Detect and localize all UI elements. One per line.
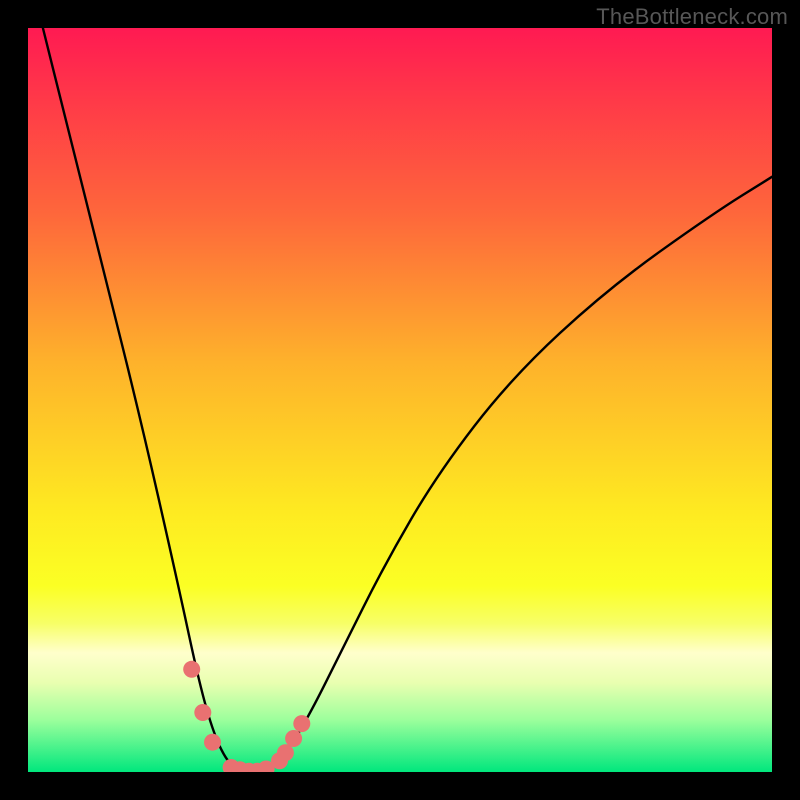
curve-marker: [194, 704, 211, 721]
curve-marker: [204, 734, 221, 751]
watermark-text: TheBottleneck.com: [596, 4, 788, 30]
plot-area: [28, 28, 772, 772]
curve-marker: [285, 730, 302, 747]
chart-frame: TheBottleneck.com: [0, 0, 800, 800]
curve-marker: [293, 715, 310, 732]
curve-marker: [277, 744, 294, 761]
curve-layer: [28, 28, 772, 772]
curve-markers: [183, 661, 310, 772]
bottleneck-curve: [43, 28, 772, 772]
curve-marker: [183, 661, 200, 678]
